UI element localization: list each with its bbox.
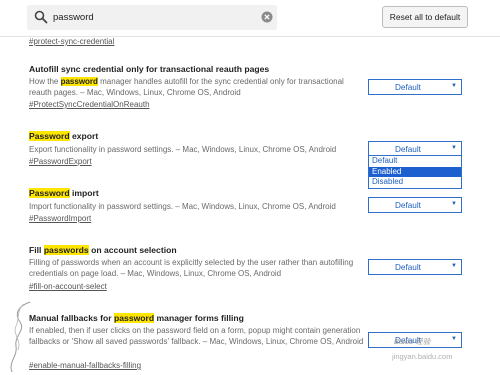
dropdown-option-enabled[interactable]: Enabled: [369, 166, 461, 178]
experiment-anchor-link[interactable]: #protect-sync-credential: [29, 37, 114, 46]
dropdown-option-disabled[interactable]: Disabled: [369, 177, 461, 188]
chevron-down-icon: ▼: [451, 263, 457, 269]
experiment-title: Password import: [29, 188, 99, 198]
search-highlight: Password: [29, 131, 70, 141]
search-box[interactable]: [27, 5, 277, 30]
experiment-select[interactable]: Default ▼: [368, 79, 462, 95]
chevron-down-icon: ▼: [451, 336, 457, 342]
search-highlight: passwords: [43, 245, 89, 255]
experiments-list: #protect-sync-credential Autofill sync c…: [0, 37, 500, 375]
experiment-select[interactable]: Default ▼: [368, 259, 462, 275]
clear-icon[interactable]: [261, 11, 273, 23]
chevron-down-icon: ▼: [451, 145, 457, 151]
experiment-anchor-link[interactable]: #PasswordImport: [29, 214, 91, 223]
experiment-anchor-link[interactable]: #PasswordExport: [29, 157, 92, 166]
watermark-text: Baidu 经验: [394, 337, 431, 346]
select-dropdown-list[interactable]: Default Enabled Disabled: [368, 155, 462, 189]
search-highlight: password: [60, 77, 98, 86]
experiment-title: Autofill sync credential only for transa…: [29, 64, 270, 74]
experiment-description: Export functionality in password setting…: [29, 145, 337, 154]
search-highlight: Password: [29, 188, 70, 198]
experiment-title: Fill passwords on account selection: [29, 245, 177, 255]
experiment-anchor-link[interactable]: #ProtectSyncCredentialOnReauth: [29, 100, 150, 109]
reset-all-button[interactable]: Reset all to default: [382, 6, 468, 28]
search-highlight: password: [114, 313, 155, 323]
experiment-description: How the password manager handles autofil…: [29, 77, 344, 97]
experiment-select[interactable]: Default ▼: [368, 197, 462, 213]
experiment-description: Import functionality in password setting…: [29, 202, 336, 211]
experiment-description: Filling of passwords when an account is …: [29, 258, 354, 278]
experiment-anchor-link[interactable]: #fill-on-account-select: [29, 282, 107, 291]
experiment-title: Manual fallbacks for password manager fo…: [29, 313, 244, 323]
search-icon: [34, 10, 48, 24]
watermark-url: jingyan.baidu.com: [392, 352, 453, 361]
chevron-down-icon: ▼: [451, 83, 457, 89]
scribble-decoration: [10, 301, 31, 373]
chevron-down-icon: ▼: [451, 201, 457, 207]
top-bar: Reset all to default: [0, 0, 500, 37]
search-input[interactable]: [53, 7, 253, 27]
experiment-anchor-link[interactable]: #enable-manual-fallbacks-filling: [29, 361, 141, 370]
experiment-description: If enabled, then if user clicks on the p…: [29, 326, 364, 346]
experiment-title: Password export: [29, 131, 99, 141]
dropdown-option-default[interactable]: Default: [369, 156, 461, 167]
